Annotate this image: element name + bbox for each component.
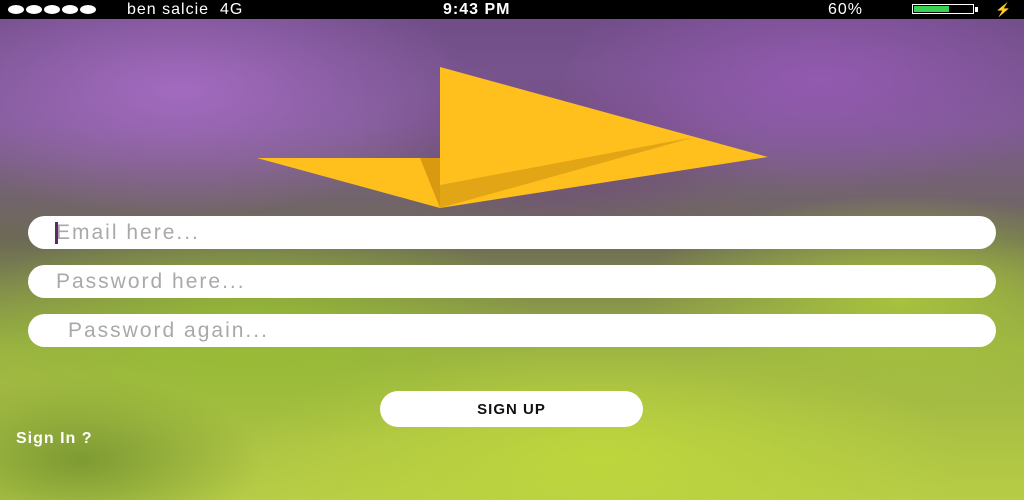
sign-up-button[interactable]: SIGN UP	[380, 391, 643, 427]
password-again-field[interactable]	[28, 314, 996, 347]
password-input[interactable]	[28, 265, 996, 298]
carrier-label: ben salcie 4G	[127, 0, 243, 19]
email-input[interactable]	[28, 216, 996, 249]
carrier-name: ben salcie	[127, 1, 210, 18]
status-bar: ben salcie 4G 9:43 PM 60% ⚡	[0, 0, 1024, 19]
network-type: 4G	[219, 1, 244, 18]
battery-icon	[912, 4, 974, 14]
signup-screen: ben salcie 4G 9:43 PM 60% ⚡ SIGN UP Sign…	[0, 0, 1024, 500]
signal-dots-icon	[8, 5, 96, 14]
paper-plane-logo	[255, 65, 770, 215]
text-cursor	[55, 222, 58, 244]
battery-cap	[975, 7, 978, 12]
email-field[interactable]	[28, 216, 996, 249]
password-field[interactable]	[28, 265, 996, 298]
status-time: 9:43 PM	[443, 1, 511, 18]
battery-percent: 60%	[828, 1, 864, 18]
battery-fill	[914, 6, 949, 12]
password-again-input[interactable]	[28, 314, 996, 347]
lightning-bolt-icon: ⚡	[995, 2, 1012, 17]
sign-in-link[interactable]: Sign In ?	[16, 430, 93, 448]
